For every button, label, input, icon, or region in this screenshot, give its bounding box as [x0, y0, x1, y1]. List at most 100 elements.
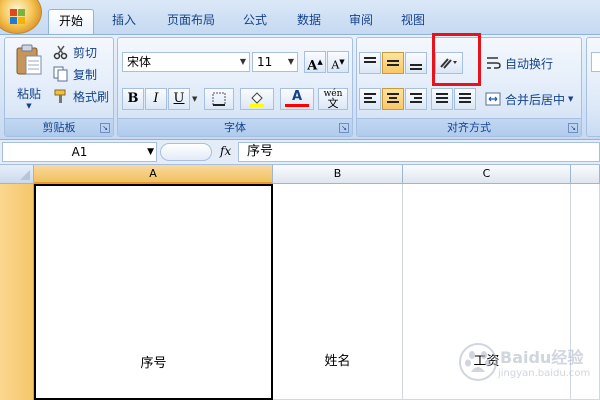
font-size-value: 11 [257, 55, 273, 69]
clipboard-group: 粘贴 ▼ 剪切 复制 格式刷 剪贴板 ↘ [4, 37, 114, 137]
cell-b1[interactable]: 姓名 [273, 184, 403, 400]
office-logo-icon [10, 9, 28, 25]
chevron-down-icon: ▼ [147, 147, 154, 157]
font-group: 宋体 ▼ 11 ▼ A▲ A▼ B I U ▼ A wén 文 字体 ↘ [117, 37, 353, 137]
cell-d1[interactable] [571, 184, 600, 400]
align-bottom-icon [410, 64, 422, 72]
chevron-down-icon: ▼ [287, 57, 295, 66]
increase-indent-button[interactable] [454, 88, 476, 110]
cut-label: 剪切 [73, 45, 98, 60]
cell-c1[interactable]: 工资 [403, 184, 571, 400]
alignment-group: 自动换行 合并后居中 ▼ 对齐方式 ↘ [356, 37, 582, 137]
align-top-icon [364, 57, 376, 65]
column-header-c[interactable]: C [403, 165, 571, 184]
align-bottom-button[interactable] [405, 52, 427, 74]
formula-bar-divider-handle[interactable] [160, 143, 212, 161]
align-right-button[interactable] [405, 88, 427, 110]
number-format-combo[interactable] [591, 52, 600, 72]
orientation-button[interactable] [435, 52, 463, 74]
grow-font-button[interactable]: A▲ [304, 51, 326, 73]
paste-icon [16, 44, 42, 75]
name-box-value: A1 [71, 145, 88, 159]
column-header-a[interactable]: A [34, 165, 273, 184]
column-header-d[interactable] [571, 165, 600, 184]
align-left-icon [364, 93, 376, 105]
align-middle-button[interactable] [382, 52, 404, 74]
font-dialog-launcher-icon[interactable]: ↘ [339, 123, 349, 133]
align-top-button[interactable] [359, 52, 381, 74]
font-size-combo[interactable]: 11 ▼ [252, 52, 298, 72]
formula-input[interactable]: 序号 [238, 142, 600, 162]
scissors-icon [53, 45, 68, 60]
italic-button[interactable]: I [145, 88, 167, 110]
phonetic-guide-button[interactable]: wén 文 [318, 88, 348, 110]
number-group [586, 37, 600, 137]
wrap-text-icon [487, 57, 501, 69]
borders-button[interactable] [204, 88, 234, 110]
copy-button[interactable]: 复制 [53, 64, 97, 84]
align-middle-icon [387, 60, 399, 68]
copy-icon [53, 66, 68, 82]
office-button[interactable] [0, 0, 42, 34]
merge-cells-icon [485, 92, 501, 106]
increase-indent-icon [459, 93, 471, 105]
row-header-1[interactable] [0, 184, 34, 400]
name-box[interactable]: A1 ▼ [2, 142, 157, 162]
cell-b1-text: 姓名 [324, 354, 351, 369]
wrap-text-label: 自动换行 [505, 56, 554, 71]
tab-home[interactable]: 开始 [48, 9, 94, 34]
underline-dropdown-icon[interactable]: ▼ [192, 95, 197, 103]
ribbon: 粘贴 ▼ 剪切 复制 格式刷 剪贴板 ↘ 宋体 ▼ 11 ▼ A▲ A▼ B I… [0, 34, 600, 140]
ribbon-tab-bar: 开始 插入 页面布局 公式 数据 审阅 视图 [0, 0, 600, 34]
align-center-icon [387, 93, 399, 105]
font-group-label: 字体 [118, 118, 352, 136]
paste-dropdown-icon[interactable]: ▼ [9, 102, 49, 110]
font-name-value: 宋体 [127, 55, 152, 69]
tab-view[interactable]: 视图 [390, 9, 436, 34]
align-center-button[interactable] [382, 88, 404, 110]
cell-a1-text: 序号 [140, 356, 167, 371]
tab-page-layout[interactable]: 页面布局 [156, 9, 226, 34]
select-all-button[interactable] [0, 165, 34, 184]
merge-center-button[interactable]: 合并后居中 ▼ [485, 89, 573, 109]
font-name-combo[interactable]: 宋体 ▼ [122, 52, 250, 72]
alignment-group-label: 对齐方式 [357, 118, 581, 136]
format-painter-label: 格式刷 [73, 89, 110, 104]
formula-bar: A1 ▼ fx 序号 [0, 140, 600, 165]
paintbrush-icon [54, 89, 66, 103]
wrap-text-button[interactable]: 自动换行 [485, 53, 553, 73]
text-orientation-icon [440, 58, 457, 69]
alignment-dialog-launcher-icon[interactable]: ↘ [568, 123, 578, 133]
shrink-font-button[interactable]: A▼ [327, 51, 349, 73]
tab-insert[interactable]: 插入 [100, 9, 148, 34]
worksheet-grid: A B C 序号 姓名 工资 [0, 165, 600, 400]
phonetic-char: 文 [327, 97, 339, 110]
column-header-b[interactable]: B [273, 165, 403, 184]
cell-a1[interactable]: 序号 [34, 184, 273, 400]
paint-bucket-icon [250, 92, 264, 107]
grow-font-label: A [307, 58, 318, 74]
copy-label: 复制 [73, 67, 98, 82]
insert-function-button[interactable]: fx [220, 144, 231, 158]
format-painter-button[interactable]: 格式刷 [53, 86, 109, 106]
chevron-down-icon: ▼ [239, 57, 247, 66]
cut-button[interactable]: 剪切 [53, 42, 97, 62]
font-color-label: A [291, 89, 303, 104]
align-right-icon [410, 93, 422, 105]
paste-button[interactable]: 粘贴 ▼ [9, 40, 49, 114]
bold-button[interactable]: B [122, 88, 144, 110]
clipboard-dialog-launcher-icon[interactable]: ↘ [100, 123, 110, 133]
tab-data[interactable]: 数据 [286, 9, 332, 34]
decrease-indent-icon [436, 93, 448, 105]
merge-center-label: 合并后居中 [505, 92, 566, 107]
tab-review[interactable]: 审阅 [338, 9, 384, 34]
border-icon [212, 92, 226, 106]
clipboard-group-label: 剪贴板 [5, 118, 113, 136]
cell-c1-text: 工资 [473, 354, 500, 369]
underline-button[interactable]: U [168, 88, 190, 110]
font-color-button[interactable]: A [280, 88, 314, 110]
tab-formulas[interactable]: 公式 [232, 9, 278, 34]
align-left-button[interactable] [359, 88, 381, 110]
decrease-indent-button[interactable] [431, 88, 453, 110]
fill-color-button[interactable] [240, 88, 274, 110]
